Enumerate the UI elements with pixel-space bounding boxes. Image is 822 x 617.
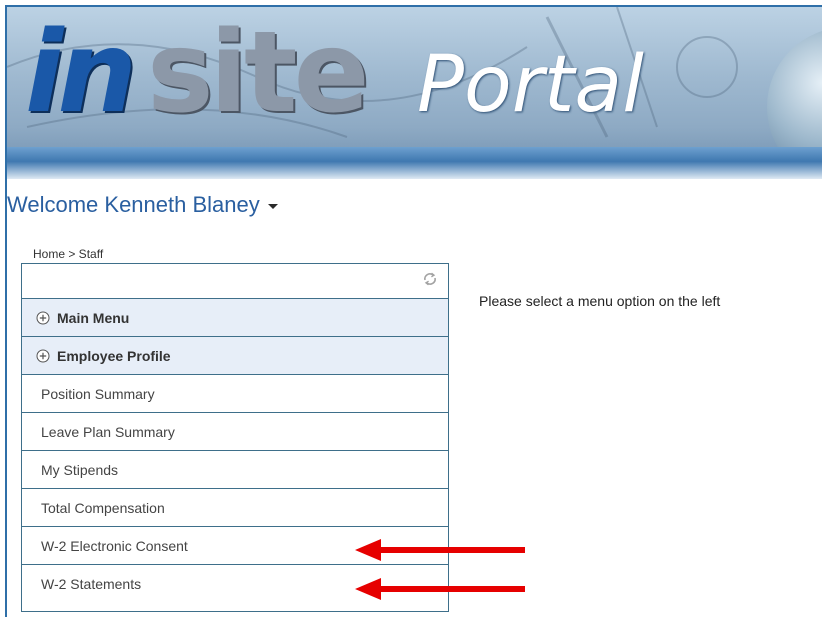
menu-item-my-stipends[interactable]: My Stipends bbox=[22, 451, 448, 489]
menu-item-leave-plan-summary[interactable]: Leave Plan Summary bbox=[22, 413, 448, 451]
red-arrow-icon bbox=[355, 539, 525, 561]
menu-item-label: W-2 Electronic Consent bbox=[41, 537, 188, 554]
logo-in: in bbox=[25, 8, 137, 138]
menu-item-label: Total Compensation bbox=[41, 499, 165, 516]
menu-item-label: My Stipends bbox=[41, 461, 119, 478]
banner-band bbox=[7, 147, 822, 179]
menu-item-label: Leave Plan Summary bbox=[41, 423, 175, 440]
menu-section-main-menu[interactable]: Main Menu bbox=[22, 299, 448, 337]
chevron-down-icon bbox=[267, 203, 278, 209]
menu-section-label: Main Menu bbox=[57, 309, 130, 326]
header-banner: in site Portal bbox=[7, 7, 822, 179]
logo-portal: Portal bbox=[417, 40, 644, 130]
menu-panel-toolbar bbox=[22, 264, 448, 299]
menu-item-position-summary[interactable]: Position Summary bbox=[22, 375, 448, 413]
breadcrumb: Home > Staff bbox=[33, 247, 104, 261]
logo-site: site bbox=[147, 8, 370, 138]
menu-section-employee-profile[interactable]: Employee Profile bbox=[22, 337, 448, 375]
refresh-icon[interactable] bbox=[422, 271, 438, 287]
welcome-user-menu[interactable]: Welcome Kenneth Blaney bbox=[7, 192, 278, 218]
menu-item-total-compensation[interactable]: Total Compensation bbox=[22, 489, 448, 527]
page-frame: in site Portal Welcome Kenneth Blaney Ho… bbox=[5, 5, 822, 617]
red-arrow-icon bbox=[355, 578, 525, 600]
plus-circle-icon bbox=[36, 349, 50, 362]
plus-circle-icon bbox=[36, 311, 50, 324]
menu-item-label: W-2 Statements bbox=[41, 575, 142, 592]
menu-section-label: Employee Profile bbox=[57, 347, 171, 364]
content-message: Please select a menu option on the left bbox=[479, 293, 721, 309]
menu-item-label: Position Summary bbox=[41, 385, 155, 402]
welcome-text: Welcome Kenneth Blaney bbox=[7, 192, 260, 217]
